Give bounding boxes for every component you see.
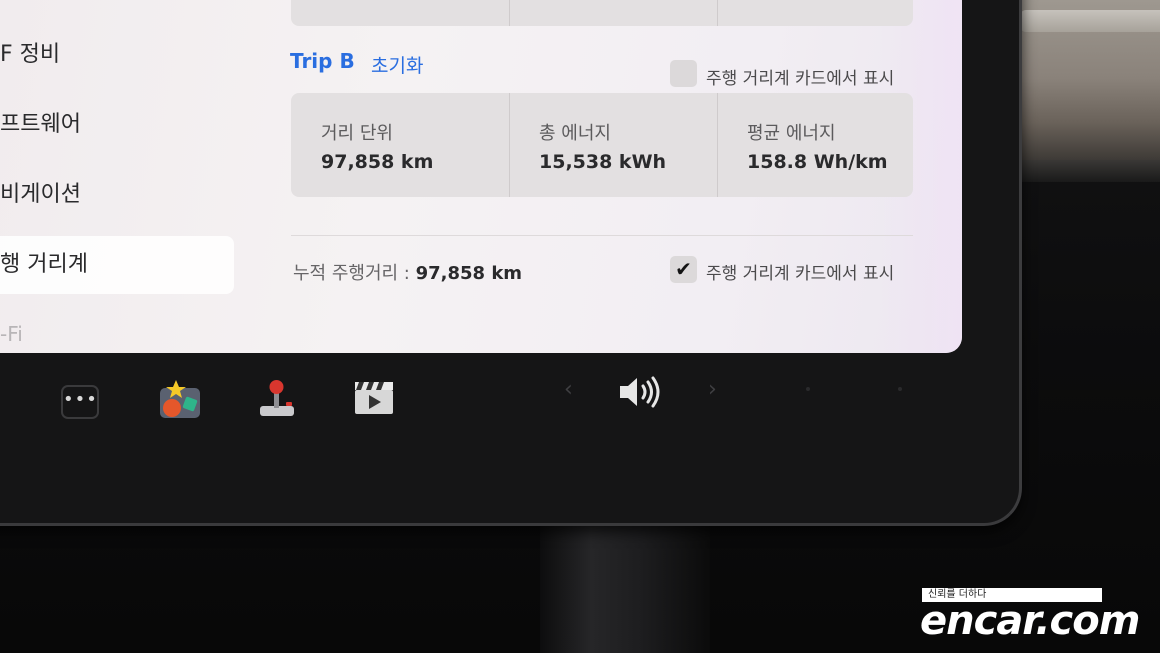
trip-b-show-on-card-checkbox[interactable] <box>670 60 697 87</box>
sidebar-item-software[interactable]: 프트웨어 <box>0 96 234 154</box>
sidebar-item-label: 비게이션 <box>0 182 81 207</box>
stat-value: 15,538 kWh <box>539 151 667 173</box>
more-icon: ••• <box>63 389 98 410</box>
volume-button[interactable] <box>618 374 664 410</box>
volume-down-arrow[interactable]: ‹ <box>564 377 573 402</box>
toybox-button[interactable] <box>158 378 202 420</box>
stat-value: 97,858 km <box>321 151 434 173</box>
stat-total-energy: 총 에너지 15,538 kWh <box>509 93 717 197</box>
trip-b-reset-button[interactable]: 초기화 <box>371 51 423 78</box>
volume-up-arrow[interactable]: › <box>708 377 717 402</box>
theater-button[interactable] <box>353 378 395 416</box>
touchscreen: F 정비 프트웨어 비게이션 행 거리계 -Fi Trip B 초기화 주행 거… <box>0 0 962 353</box>
settings-sidebar: F 정비 프트웨어 비게이션 행 거리계 -Fi <box>0 0 240 353</box>
dashboard-wood-band <box>1020 10 1160 32</box>
dashboard-vent-trim <box>1015 160 1160 182</box>
indicator-dot <box>898 387 902 391</box>
odometer-show-on-card-label: 주행 거리계 카드에서 표시 <box>706 264 895 284</box>
stat-label: 거리 단위 <box>321 123 393 144</box>
toybox-icon <box>160 380 200 418</box>
checkmark-icon: ✔ <box>675 257 692 281</box>
odometer-show-on-card-checkbox[interactable]: ✔ <box>670 256 697 283</box>
stat-average-energy: 평균 에너지 158.8 Wh/km <box>717 93 913 197</box>
indicator-dot <box>806 387 810 391</box>
car-interior-background: F 정비 프트웨어 비게이션 행 거리계 -Fi Trip B 초기화 주행 거… <box>0 0 1160 653</box>
stat-distance: 거리 단위 97,858 km <box>291 93 509 197</box>
arcade-joystick-icon <box>260 380 294 416</box>
trip-b-show-on-card-label: 주행 거리계 카드에서 표시 <box>706 69 895 89</box>
trip-b-stats-card: 거리 단위 97,858 km 총 에너지 15,538 kWh 평균 에너지 … <box>291 93 913 197</box>
stat-value: 158.8 Wh/km <box>747 151 888 173</box>
sidebar-item-trips[interactable]: 행 거리계 <box>0 236 234 294</box>
encar-logo: encar.com <box>920 598 1140 644</box>
sidebar-item-label: 행 거리계 <box>0 252 88 277</box>
more-apps-button[interactable]: ••• <box>61 385 99 419</box>
odometer-label: 누적 주행거리 : <box>293 263 410 284</box>
trip-b-title: Trip B <box>290 49 355 73</box>
trip-a-card <box>291 0 913 26</box>
sidebar-item-label: -Fi <box>0 322 23 346</box>
stat-label: 총 에너지 <box>539 123 611 144</box>
volume-icon <box>620 376 660 408</box>
odometer-readout: 누적 주행거리 : 97,858 km <box>293 259 522 285</box>
display-stand <box>540 522 710 653</box>
sidebar-item-navigation[interactable]: 비게이션 <box>0 166 234 224</box>
theater-icon <box>355 382 393 414</box>
sidebar-item-service[interactable]: F 정비 <box>0 26 234 84</box>
odometer-value: 97,858 km <box>415 263 523 284</box>
sidebar-item-label: F 정비 <box>0 42 61 67</box>
stat-label: 평균 에너지 <box>747 123 836 144</box>
sidebar-item-wifi[interactable]: -Fi <box>0 305 234 353</box>
sidebar-item-label: 프트웨어 <box>0 112 81 137</box>
section-divider <box>291 235 913 236</box>
arcade-button[interactable] <box>256 378 298 418</box>
